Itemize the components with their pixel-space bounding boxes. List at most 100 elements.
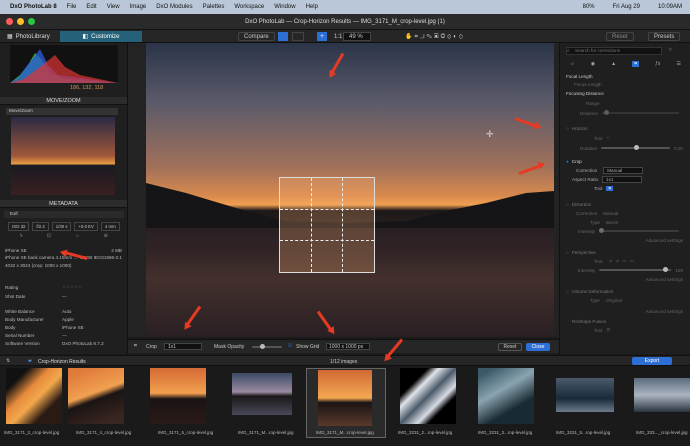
menu-palettes[interactable]: Palettes [203, 4, 225, 10]
geometry-tab-icon[interactable]: ⌗ [632, 61, 640, 67]
crop-correction-select[interactable]: Manual [603, 166, 644, 174]
field-key: Shot Date [5, 293, 26, 299]
app-menu[interactable]: DxO PhotoLab 8 [10, 4, 57, 10]
time-status[interactable]: 10:09AM [658, 4, 682, 10]
date-status[interactable]: Fri Aug 29 [613, 4, 640, 10]
perspective-toggle[interactable]: ○ [566, 250, 569, 255]
distortion-advanced-row[interactable]: Advanced settings [560, 236, 689, 244]
crop-rectangle[interactable] [279, 177, 375, 273]
focal-length-header[interactable]: Focal Length [560, 72, 689, 80]
main-image-viewer[interactable]: ✛ [146, 43, 554, 337]
distortion-type-select[interactable]: Barrel [606, 220, 618, 225]
search-corrections-input[interactable]: Search for corrections [566, 47, 662, 55]
filmstrip-thumb[interactable] [478, 368, 534, 424]
volume-toggle[interactable]: ○ [566, 289, 569, 294]
sort-icon[interactable]: ⇅ [6, 358, 10, 364]
menu-image[interactable]: Image [130, 4, 147, 10]
field-value[interactable]: iPhone SE [62, 325, 122, 330]
metadata-header[interactable]: METADATA [0, 200, 127, 208]
crop-ratio-select[interactable]: 1x1 [164, 343, 202, 350]
zoom-field[interactable]: 49 % [343, 32, 371, 41]
filmstrip-thumb[interactable] [400, 368, 456, 424]
focusing-distance-header[interactable]: Focusing Distance [560, 89, 689, 97]
filmstrip-thumb[interactable] [6, 368, 62, 424]
filmstrip-thumb[interactable] [232, 373, 292, 415]
crop-toggle[interactable]: ● [566, 159, 569, 164]
detail-tab-icon[interactable]: ▲ [611, 61, 616, 67]
volume-type-select[interactable]: Original [606, 298, 622, 303]
fit-icon[interactable]: + [317, 32, 327, 41]
perspective-tools-icons[interactable]: ⊿⊿▭▭ [608, 258, 636, 264]
filmstrip-thumb[interactable] [150, 368, 206, 424]
close-window-button[interactable] [6, 18, 13, 25]
menu-workspace[interactable]: Workspace [234, 4, 264, 10]
volume-advanced-row[interactable]: Advanced settings [560, 307, 689, 315]
field-key: Rating [5, 284, 19, 290]
battery-status[interactable]: 80% [583, 4, 595, 10]
image-count: 1/12 images [330, 359, 358, 365]
perspective-advanced-row[interactable]: Advanced settings [560, 275, 689, 283]
field-value[interactable]: DxO PhotoLab 8.7.2 [62, 341, 122, 346]
horizon-header[interactable]: ○ Horizon [560, 124, 689, 132]
distortion-header[interactable]: ○ Distortion [560, 200, 689, 208]
crop-reset-button[interactable]: Reset [498, 343, 522, 351]
histogram-values: 186, 132, 118 [70, 85, 104, 91]
project-name[interactable]: Crop-Horizon Results [38, 359, 86, 365]
mask-opacity-slider[interactable] [252, 344, 282, 349]
field-value[interactable]: Apple [62, 317, 122, 322]
filmstrip-thumb[interactable] [556, 378, 614, 412]
navigator-thumbnail[interactable] [11, 117, 115, 195]
movezoom-header[interactable]: MOVE/ZOOM [0, 97, 127, 105]
field-value[interactable]: Auto [62, 309, 122, 314]
zoom-window-button[interactable] [28, 18, 35, 25]
menu-edit[interactable]: Edit [86, 4, 96, 10]
field-value[interactable]: — [62, 333, 122, 338]
crop-size-field[interactable]: 1000 x 1000 px [326, 343, 370, 350]
light-tab-icon[interactable]: ☼ [570, 61, 575, 67]
menu-file[interactable]: File [67, 4, 77, 10]
exif-iso: ISO 32 [8, 222, 30, 231]
filmstrip-thumb[interactable] [68, 368, 124, 424]
color-tab-icon[interactable]: ◉ [591, 61, 595, 67]
reshape-header[interactable]: ReShape Fusion [560, 317, 689, 325]
export-button[interactable]: Export [632, 357, 672, 365]
other-tab-icon[interactable]: ☰ [676, 61, 680, 67]
crop-header[interactable]: ● Crop [560, 157, 689, 165]
distortion-toggle[interactable]: ○ [566, 202, 569, 207]
exif-header[interactable]: Exif [4, 211, 124, 218]
crop-tool-icon[interactable]: ⌗ [606, 185, 614, 191]
split-view-icon[interactable] [292, 32, 304, 41]
field-key: White Balance [5, 308, 35, 314]
mask-opacity-label: Mask Opacity [214, 344, 245, 350]
show-grid-checkbox[interactable]: ☑ [288, 343, 292, 349]
filmstrip-thumb-selected[interactable] [318, 370, 372, 426]
reshape-tool-icon[interactable]: ⊡ [606, 327, 610, 333]
horizon-toggle[interactable]: ○ [566, 126, 569, 131]
perspective-header[interactable]: ○ Perspective [560, 248, 689, 256]
aspect-ratio-select[interactable]: 1x1 [602, 175, 643, 183]
menu-view[interactable]: View [107, 4, 120, 10]
filmstrip-thumb[interactable] [634, 378, 690, 412]
menu-help[interactable]: Help [306, 4, 318, 10]
toolbar-tools-icons[interactable]: ✋⌗◿✎▣◎⊘◐⊙ [400, 32, 470, 41]
local-tab-icon[interactable]: ƒx [655, 61, 660, 67]
menu-dxo-modules[interactable]: DxO Modules [156, 4, 192, 10]
field-value[interactable]: — [62, 294, 122, 299]
minimize-window-button[interactable] [17, 18, 24, 25]
perspective-tool-row: Tool ⊿⊿▭▭ [594, 258, 637, 264]
tab-customize[interactable]: ◧ Customize [60, 31, 142, 42]
search-icon: ⌕ [567, 48, 570, 54]
rating-stars[interactable]: ☆☆☆☆☆ [62, 284, 122, 290]
horizon-tool-icon[interactable]: ⌁ [606, 135, 609, 141]
tab-photolibrary[interactable]: ▦ PhotoLibrary [2, 31, 55, 42]
star-filter-icon[interactable]: ☆ [668, 47, 672, 53]
thumb-label: IMG_333..._crop-level.jpg [636, 430, 688, 435]
distortion-correction-select[interactable]: Manual [603, 211, 618, 216]
crop-close-button[interactable]: Close [526, 343, 550, 351]
compare-button[interactable]: Compare [238, 32, 275, 41]
single-view-icon[interactable] [278, 32, 288, 41]
volume-header[interactable]: ○ Volume Deformation [560, 287, 689, 295]
reset-button[interactable]: Reset [606, 32, 634, 41]
menu-window[interactable]: Window [274, 4, 295, 10]
presets-button[interactable]: Presets [648, 32, 681, 41]
